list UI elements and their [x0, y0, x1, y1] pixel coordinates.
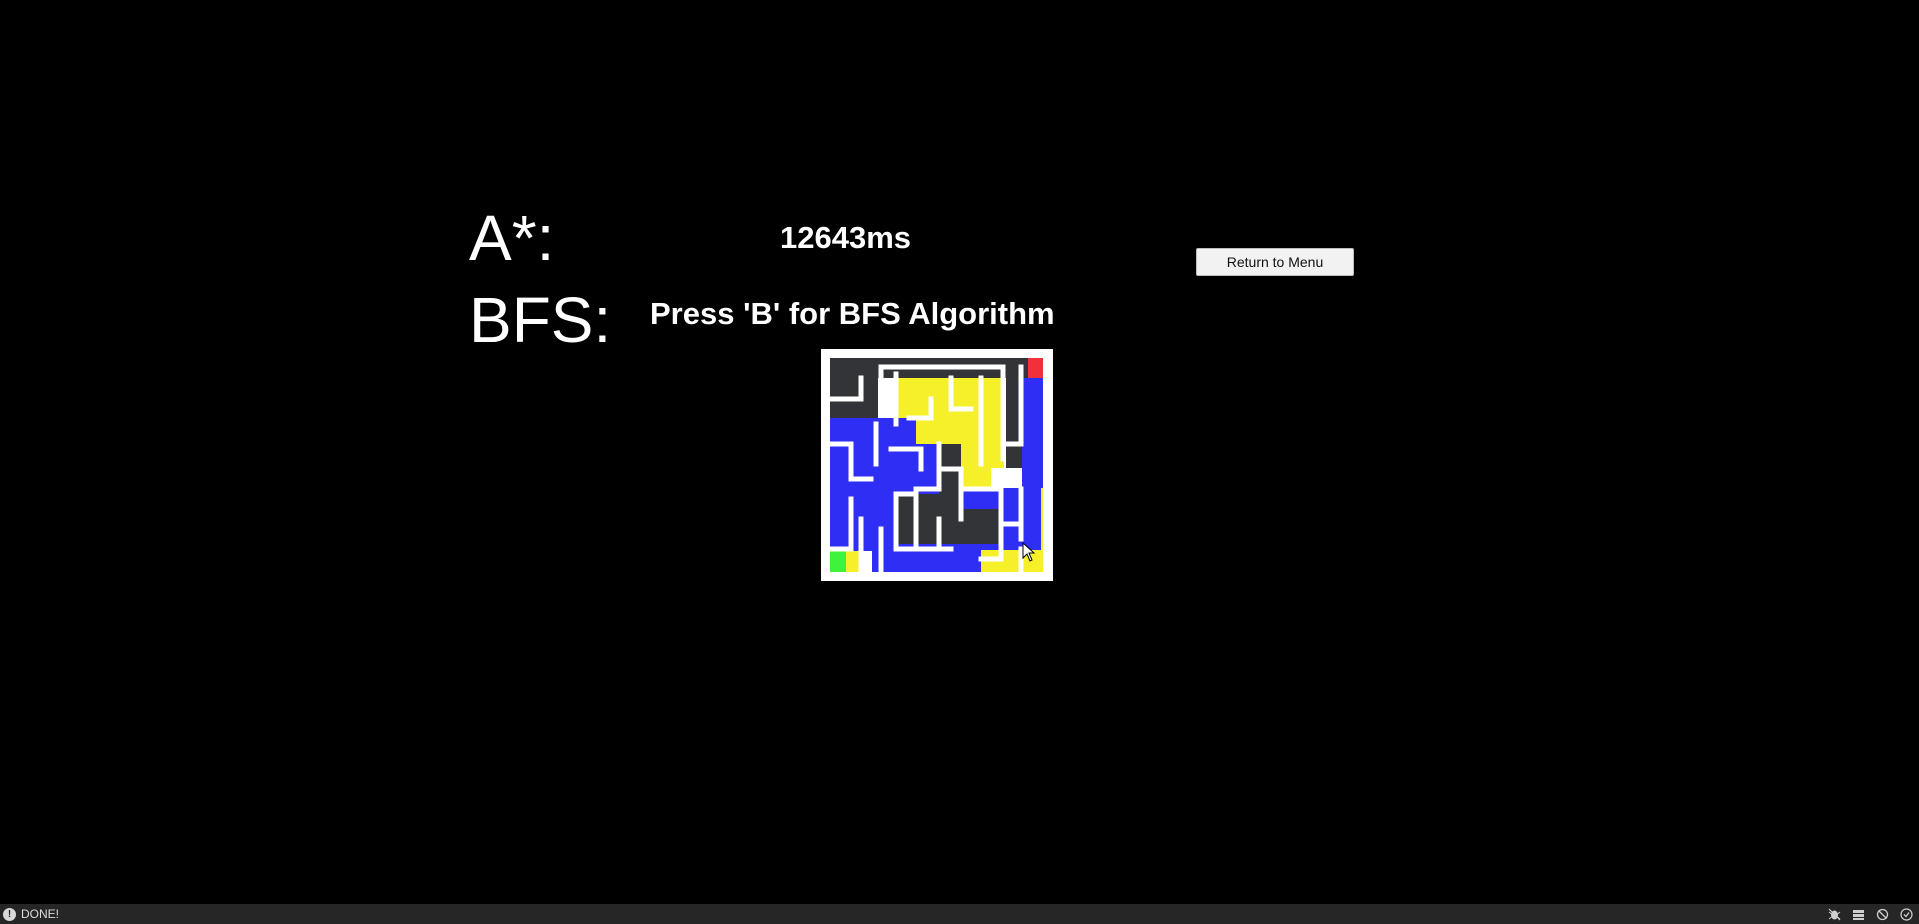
status-tray: [1827, 907, 1913, 921]
mouse-cursor-icon: [1022, 542, 1036, 562]
bfs-label: BFS:: [469, 284, 612, 356]
maze-grid: [821, 349, 1053, 581]
game-view: A*: 12643ms BFS: Press 'B' for BFS Algor…: [0, 0, 1919, 904]
maze-board: [821, 349, 1053, 581]
status-bar: ! DONE!: [0, 904, 1919, 924]
info-icon: !: [3, 907, 16, 921]
settings-icon[interactable]: [1899, 907, 1913, 921]
return-to-menu-button[interactable]: Return to Menu: [1196, 248, 1354, 276]
astar-label: A*:: [469, 202, 555, 274]
layers-icon[interactable]: [1851, 907, 1865, 921]
astar-time-value: 12643ms: [780, 220, 912, 255]
bfs-prompt: Press 'B' for BFS Algorithm: [650, 296, 1055, 331]
bug-icon[interactable]: [1827, 907, 1841, 921]
no-signal-icon[interactable]: [1875, 907, 1889, 921]
status-text: DONE!: [21, 907, 60, 921]
